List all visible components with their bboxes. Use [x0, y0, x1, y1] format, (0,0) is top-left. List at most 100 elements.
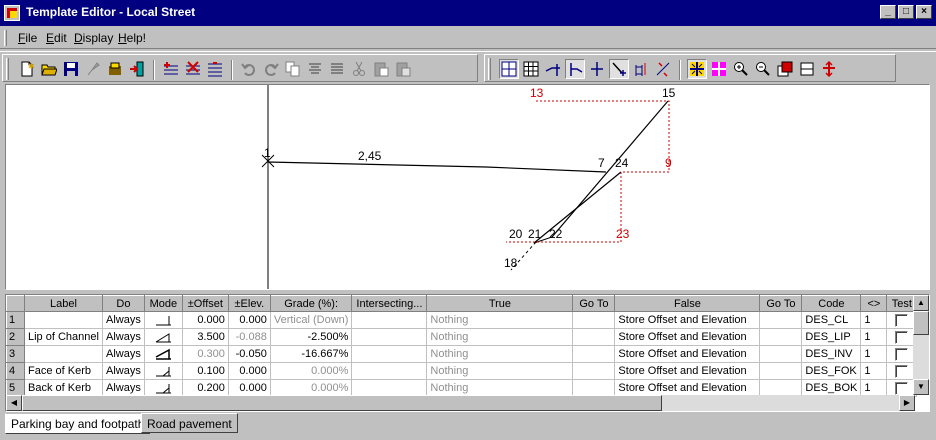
cell-do[interactable]: Always [102, 311, 145, 329]
header-true[interactable]: True [426, 295, 574, 312]
cell-mode[interactable] [144, 328, 183, 346]
toolbar-view-grip[interactable] [488, 58, 491, 80]
test-checkbox[interactable] [895, 330, 909, 344]
zoom-in-icon[interactable] [731, 59, 751, 79]
cell-false[interactable]: Store Offset and Elevation [614, 328, 761, 346]
cell-goto-false[interactable] [759, 328, 803, 346]
paste-icon[interactable] [371, 59, 391, 79]
cell-elev[interactable]: 0.000 [228, 311, 271, 329]
header-mode[interactable]: Mode [143, 295, 183, 312]
redo-icon[interactable] [261, 59, 281, 79]
cell-link[interactable]: 1 [860, 311, 888, 329]
cell-goto-false[interactable] [759, 379, 803, 397]
header-grade[interactable]: Grade (%): [269, 295, 353, 312]
cell-elev[interactable]: -0.088 [228, 328, 271, 346]
undo-icon[interactable] [239, 59, 259, 79]
cell-intersecting[interactable] [351, 362, 428, 380]
test-checkbox[interactable] [895, 313, 909, 327]
cell-grade[interactable]: Vertical (Down) [270, 311, 353, 329]
header-elev[interactable]: ±Elev. [227, 295, 271, 312]
cell-goto-true[interactable] [572, 328, 616, 346]
cell-goto-true[interactable] [572, 362, 616, 380]
copy-icon[interactable] [283, 59, 303, 79]
cell-label[interactable]: Back of Kerb [24, 379, 103, 397]
cell-label[interactable] [24, 311, 103, 329]
menu-help[interactable]: Help! [118, 31, 146, 45]
cell-true[interactable]: Nothing [426, 328, 574, 346]
header-label[interactable]: Label [24, 295, 103, 312]
cell-goto-false[interactable] [759, 311, 803, 329]
cell-offset[interactable]: 0.000 [182, 311, 229, 329]
cell-goto-true[interactable] [572, 379, 616, 397]
right-connector-icon[interactable] [565, 59, 585, 79]
cell-code[interactable]: DES_FOK [801, 362, 862, 380]
append-row-icon[interactable] [205, 59, 225, 79]
cross-icon[interactable] [587, 59, 607, 79]
table-row[interactable]: 3 Always 0.300 -0.050 -16.667% Nothing S… [6, 345, 918, 363]
template-drawing[interactable] [6, 85, 930, 290]
cell-true[interactable]: Nothing [426, 362, 574, 380]
cell-elev[interactable]: 0.000 [228, 362, 271, 380]
cell-code[interactable]: DES_BOK [801, 379, 862, 397]
frame-view-icon[interactable] [499, 59, 519, 79]
cell-mode[interactable] [144, 379, 183, 397]
template-canvas[interactable]: 1 2,45 7 24 13 15 9 20 21 22 23 18 [5, 84, 930, 290]
cell-mode[interactable] [144, 345, 183, 363]
horizontal-scroll-thumb[interactable] [22, 395, 662, 411]
toolbar-grip[interactable] [6, 58, 9, 80]
list-icon[interactable] [327, 59, 347, 79]
cell-goto-false[interactable] [759, 345, 803, 363]
delete-row-icon[interactable] [183, 59, 203, 79]
header-offset[interactable]: ±Offset [181, 295, 229, 312]
cell-offset[interactable]: 0.300 [182, 345, 229, 363]
menu-edit[interactable]: Edit [46, 31, 67, 45]
cell-goto-true[interactable] [572, 311, 616, 329]
zoom-window-icon[interactable] [709, 59, 729, 79]
cell-intersecting[interactable] [351, 379, 428, 397]
row-number[interactable]: 5 [6, 379, 25, 397]
cell-grade[interactable]: 0.000% [270, 379, 353, 397]
header-code[interactable]: Code [801, 295, 862, 312]
cell-mode[interactable] [144, 362, 183, 380]
cell-do[interactable]: Always [102, 379, 145, 397]
new-icon[interactable]: ✱ [17, 59, 37, 79]
cell-true[interactable]: Nothing [426, 311, 574, 329]
cell-false[interactable]: Store Offset and Elevation [614, 345, 761, 363]
cell-intersecting[interactable] [351, 328, 428, 346]
vertical-scrollbar[interactable]: ▲ ▼ [913, 295, 929, 395]
cell-label[interactable]: Face of Kerb [24, 362, 103, 380]
cell-true[interactable]: Nothing [426, 345, 574, 363]
header-goto-true[interactable]: Go To [572, 295, 616, 312]
highlight-icon[interactable] [775, 59, 795, 79]
row-number[interactable]: 1 [6, 311, 25, 329]
table-row[interactable]: 4 Face of Kerb Always 0.100 0.000 0.000%… [6, 362, 918, 380]
header-goto-false[interactable]: Go To [759, 295, 803, 312]
cell-grade[interactable]: -2.500% [270, 328, 353, 346]
template-grid[interactable]: Label Do Mode ±Offset ±Elev. Grade (%): … [5, 294, 930, 412]
cell-do[interactable]: Always [102, 345, 145, 363]
cell-link[interactable]: 1 [860, 345, 888, 363]
vertical-scroll-thumb[interactable] [913, 311, 929, 335]
close-button[interactable]: × [916, 5, 932, 19]
point-add-icon[interactable] [609, 59, 629, 79]
test-checkbox[interactable] [895, 347, 909, 361]
insert-row-icon[interactable] [161, 59, 181, 79]
tab-parking-bay-and-footpath[interactable]: Parking bay and footpath [5, 413, 151, 434]
cell-link[interactable]: 1 [860, 328, 888, 346]
cell-goto-true[interactable] [572, 345, 616, 363]
vertical-measure-icon[interactable] [631, 59, 651, 79]
zoom-extents-icon[interactable] [687, 59, 707, 79]
row-number[interactable]: 2 [6, 328, 25, 346]
cell-offset[interactable]: 0.200 [182, 379, 229, 397]
table-row[interactable]: 1 Always 0.000 0.000 Vertical (Down) Not… [6, 311, 918, 329]
header-intersecting[interactable]: Intersecting... [351, 295, 428, 312]
row-number[interactable]: 4 [6, 362, 25, 380]
cell-link[interactable]: 1 [860, 362, 888, 380]
minimize-button[interactable]: _ [880, 5, 896, 19]
cell-grade[interactable]: -16.667% [270, 345, 353, 363]
test-checkbox[interactable] [895, 364, 909, 378]
paste-special-icon[interactable] [393, 59, 413, 79]
test-checkbox[interactable] [895, 381, 909, 395]
cell-label[interactable] [24, 345, 103, 363]
zoom-out-icon[interactable] [753, 59, 773, 79]
